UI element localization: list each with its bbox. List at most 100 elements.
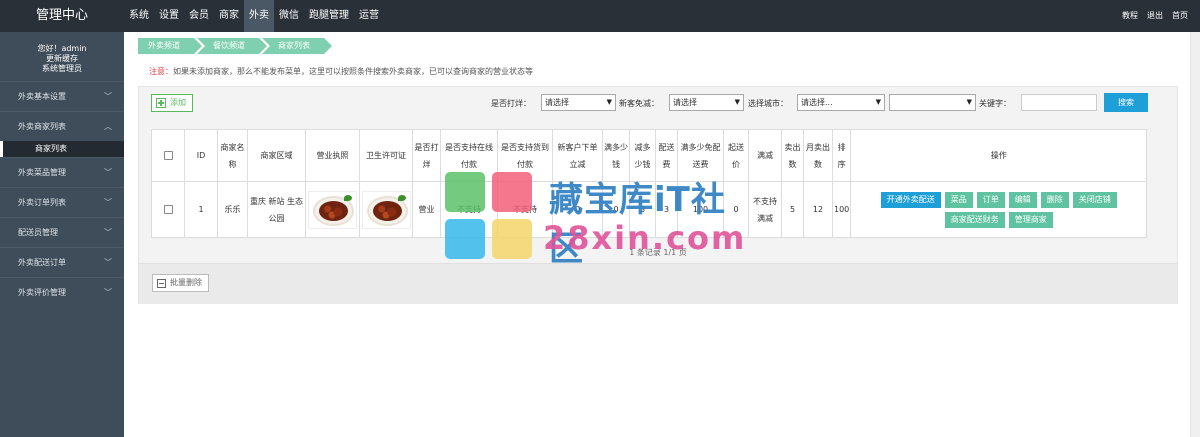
content-panel: 添加 是否打烊： 请选择 ▼ 新客免减： 请选择 ▼ 选择城市： 请选择... … <box>138 86 1178 304</box>
cell-license <box>305 181 360 238</box>
bottom-action-bar: 批量删除 <box>139 263 1177 304</box>
sidebar-group-orders[interactable]: 外卖订单列表 ﹀ <box>0 187 124 217</box>
search-button[interactable]: 搜索 <box>1104 93 1148 112</box>
main-content: 外卖频道 餐饮频道 商家列表 注意：如果未添加商家，那么不能发布菜单，这里可以按… <box>124 32 1190 437</box>
user-role: 系统管理员 <box>42 64 82 73</box>
chevron-down-icon: ﹀ <box>104 168 112 177</box>
sidebar-group-delivery-orders[interactable]: 外卖配送订单 ﹀ <box>0 247 124 277</box>
edit-button[interactable]: 编辑 <box>1008 191 1037 208</box>
topnav-item-operations[interactable]: 运营 <box>354 0 384 32</box>
cell-closed: 营业 <box>412 181 441 238</box>
topnav-item-wechat[interactable]: 微信 <box>274 0 304 32</box>
column-header: 是否支持在线付款 <box>440 129 498 182</box>
chevron-up-icon: ︿ <box>104 122 112 131</box>
breadcrumb-item[interactable]: 商家列表 <box>262 38 332 54</box>
add-button[interactable]: 添加 <box>151 94 193 112</box>
column-header: 满多少免配送费 <box>677 129 724 182</box>
chevron-down-icon: ﹀ <box>104 228 112 237</box>
sidebar-group-merchant-list[interactable]: 外卖商家列表 ︿ <box>0 111 124 141</box>
cell-manjian: 不支持满减 <box>748 181 782 238</box>
topnav-item-takeout[interactable]: 外卖 <box>244 0 274 32</box>
enable-delivery-button[interactable]: 开通外卖配送 <box>880 191 941 208</box>
topnav-item-system[interactable]: 系统 <box>124 0 154 32</box>
sidebar-group-label: 外卖配送订单 <box>18 258 66 267</box>
user-greeting: 您好！admin <box>37 44 87 53</box>
plus-icon <box>156 98 166 108</box>
sidebar-group-label: 外卖菜品管理 <box>18 168 66 177</box>
topnav-item-settings[interactable]: 设置 <box>154 0 184 32</box>
select-all-checkbox[interactable] <box>163 151 173 160</box>
sidebar-group-dishes[interactable]: 外卖菜品管理 ﹀ <box>0 157 124 187</box>
business-license-image[interactable] <box>308 190 357 229</box>
notice-label: 注意： <box>149 67 173 76</box>
new-discount-filter-select[interactable]: 请选择 ▼ <box>669 94 744 111</box>
dropdown-arrow-icon: ▼ <box>734 98 740 106</box>
chevron-down-icon: ﹀ <box>104 258 112 267</box>
closed-filter-select[interactable]: 请选择 ▼ <box>541 94 616 111</box>
cell-operations: 开通外卖配送 菜品 订单 编辑 删除 关闭店铺 商家配送财务 管理商家 <box>850 181 1148 238</box>
sidebar-group-label: 外卖评价管理 <box>18 288 66 297</box>
logout-link[interactable]: 退出 <box>1147 0 1163 32</box>
column-header: 操作 <box>850 129 1148 182</box>
row-checkbox[interactable] <box>163 205 173 214</box>
close-store-button[interactable]: 关闭店铺 <box>1072 191 1117 208</box>
cell-health-permit <box>359 181 413 238</box>
column-header: 排序 <box>831 129 852 182</box>
home-link[interactable]: 首页 <box>1172 0 1188 32</box>
column-header: 满多少钱 <box>602 129 630 182</box>
cell-name: 乐乐 <box>217 181 248 238</box>
column-header: 卖出数 <box>781 129 804 182</box>
tutorial-link[interactable]: 教程 <box>1122 0 1138 32</box>
sidebar-group-reviews[interactable]: 外卖评价管理 ﹀ <box>0 277 124 307</box>
sidebar-item-merchant-list[interactable]: 商家列表 <box>0 141 124 157</box>
notice-text: 注意：如果未添加商家，那么不能发布菜单，这里可以按照条件搜索外卖商家，已可以查询… <box>149 66 533 77</box>
topnav-item-merchants[interactable]: 商家 <box>214 0 244 32</box>
chevron-down-icon: ﹀ <box>104 288 112 297</box>
topnav-item-errand[interactable]: 跑腿管理 <box>304 0 354 32</box>
cell-delivery-fee: 3 <box>655 181 678 238</box>
column-header: 满减 <box>748 129 782 182</box>
select-all-cell[interactable] <box>151 129 185 182</box>
user-info: 您好！admin 更新缓存 系统管理员 <box>0 32 124 81</box>
vertical-scrollbar[interactable] <box>1190 32 1200 437</box>
select-value: 请选择 <box>545 98 569 107</box>
refresh-cache-link[interactable]: 更新缓存 <box>0 54 124 64</box>
table-row: 1 乐乐 重庆 新站 生态公园 营业 不支持 不支持 0 0 3 3 100 0… <box>151 181 1148 238</box>
manage-merchant-button[interactable]: 管理商家 <box>1008 211 1053 228</box>
city-filter-label: 选择城市： <box>748 99 788 108</box>
column-header: 商家区域 <box>247 129 306 182</box>
cell-online-pay: 不支持 <box>440 181 498 238</box>
sidebar-group-label: 外卖基本设置 <box>18 92 66 101</box>
breadcrumb: 外卖频道 餐饮频道 商家列表 <box>138 38 332 54</box>
sidebar-group-couriers[interactable]: 配送员管理 ﹀ <box>0 217 124 247</box>
topnav-item-members[interactable]: 会员 <box>184 0 214 32</box>
table-header-row: ID 商家名称 商家区域 营业执照 卫生许可证 是否打烊 是否支持在线付款 是否… <box>151 129 1148 182</box>
district-select[interactable]: ▼ <box>889 94 976 111</box>
city-select[interactable]: 请选择... ▼ <box>797 94 885 111</box>
cell-min-order: 0 <box>723 181 749 238</box>
orders-button[interactable]: 订单 <box>976 191 1005 208</box>
sidebar-group-label: 配送员管理 <box>18 228 58 237</box>
row-select-cell[interactable] <box>151 181 185 238</box>
notice-body: 如果未添加商家，那么不能发布菜单，这里可以按照条件搜索外卖商家，已可以查询商家的… <box>173 67 533 76</box>
dishes-button[interactable]: 菜品 <box>944 191 973 208</box>
column-header: ID <box>184 129 218 182</box>
delete-button[interactable]: 删除 <box>1040 191 1069 208</box>
column-header: 配送费 <box>655 129 678 182</box>
keyword-input[interactable] <box>1021 94 1097 111</box>
breadcrumb-item[interactable]: 餐饮频道 <box>197 38 267 54</box>
breadcrumb-item[interactable]: 外卖频道 <box>138 38 202 54</box>
batch-delete-button[interactable]: 批量删除 <box>152 274 209 292</box>
cell-free-delivery: 100 <box>677 181 724 238</box>
select-value: 请选择 <box>673 98 697 107</box>
sidebar-group-label: 外卖订单列表 <box>18 198 66 207</box>
chevron-down-icon: ﹀ <box>104 92 112 101</box>
column-header: 营业执照 <box>305 129 360 182</box>
top-navbar: 管理中心 系统 设置 会员 商家 外卖 微信 跑腿管理 运营 教程 退出 首页 <box>0 0 1200 32</box>
health-permit-image[interactable] <box>361 190 411 229</box>
sidebar-group-basic-settings[interactable]: 外卖基本设置 ﹀ <box>0 81 124 111</box>
dropdown-arrow-icon: ▼ <box>606 98 612 106</box>
delivery-finance-button[interactable]: 商家配送财务 <box>944 211 1005 228</box>
keyword-label: 关键字： <box>979 99 1011 108</box>
pagination-info: 1 条记录 1/1 页 <box>629 248 687 257</box>
